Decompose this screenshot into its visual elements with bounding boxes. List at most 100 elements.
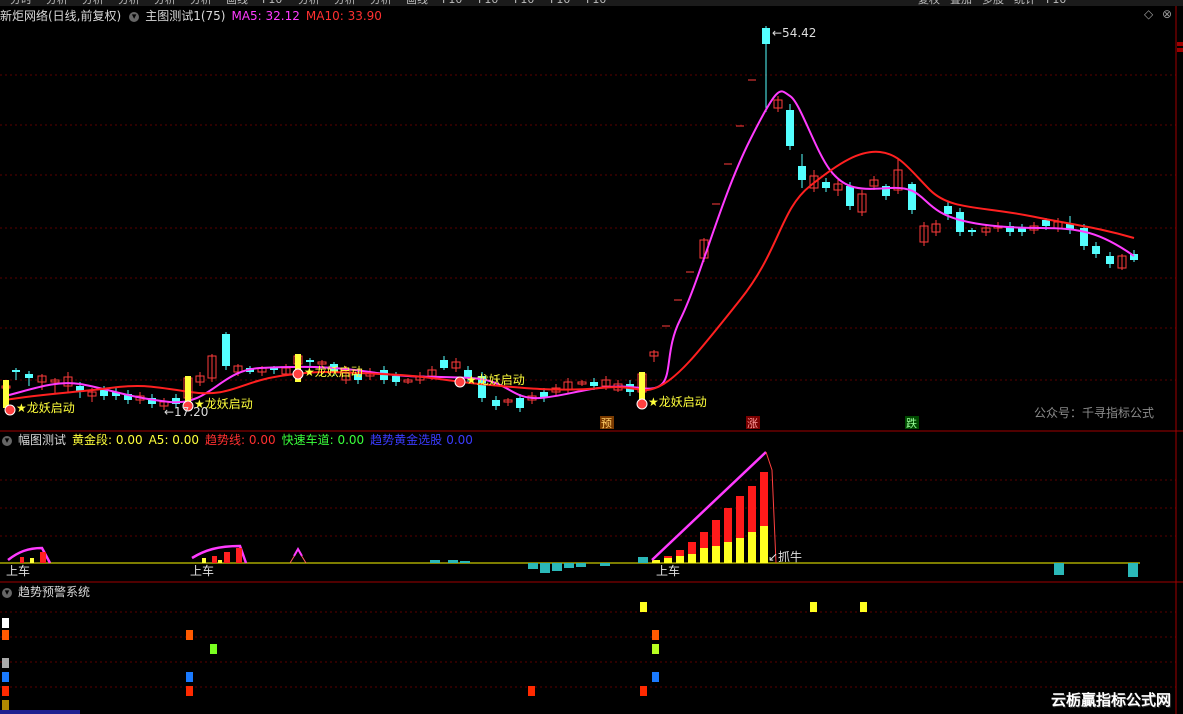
toolbar-item[interactable]: 画线: [406, 0, 428, 6]
yellow-bar: [736, 538, 744, 563]
diamond-icon[interactable]: ◇: [1144, 7, 1153, 21]
stock-name: 新炬网络(日线,前复权): [0, 9, 122, 23]
high-price-label: ←54.42: [772, 26, 816, 40]
alert-marker: [652, 630, 659, 640]
chart-canvas[interactable]: ★龙妖启动 ★龙妖启动★龙妖启动★龙妖启动★龙妖启动←54.42←17.20预涨跌…: [0, 0, 1183, 714]
alert-marker: [186, 672, 193, 682]
toolbar-item[interactable]: 分析: [334, 0, 356, 6]
cyan-bar: [1128, 563, 1138, 577]
alert-marker: [2, 672, 9, 682]
axis-tick: [1177, 48, 1183, 52]
toolbar-item[interactable]: 复权: [918, 0, 940, 6]
yellow-bar: [700, 548, 708, 563]
hump-bar: [30, 558, 34, 563]
toolbar-item[interactable]: 分析: [46, 0, 68, 6]
scrollbar: [0, 710, 80, 714]
toolbar-item[interactable]: F10: [1046, 0, 1066, 6]
a5-value: A5: 0.00: [148, 433, 200, 447]
toolbar-item[interactable]: 分析: [154, 0, 176, 6]
alert-marker: [2, 700, 9, 710]
fast-value: 快速车道: 0.00: [281, 433, 365, 447]
alert-marker: [186, 686, 193, 696]
candle-body: [25, 374, 33, 378]
label-zhuaniu: ↙抓牛: [768, 549, 802, 564]
toolbar-item[interactable]: 统计: [1014, 0, 1036, 6]
toolbar-item[interactable]: 分时: [10, 0, 32, 6]
yellow-bar: [748, 532, 756, 563]
hump-line: [293, 546, 303, 557]
signal-label: ★龙妖启动: [304, 365, 363, 379]
alert-marker: [2, 658, 9, 668]
axis-tick: [1177, 42, 1183, 46]
sub2-name[interactable]: 趋势预警系统: [18, 585, 90, 599]
alert-marker: [652, 672, 659, 682]
chevron-down-icon[interactable]: ▾: [2, 587, 12, 598]
candle-body: [222, 334, 230, 366]
toolbar-item[interactable]: 分析: [82, 0, 104, 6]
candle-body: [944, 206, 952, 214]
site-logo: 云栃贏指标公式网: [1050, 691, 1171, 709]
select-value: 0.00: [446, 433, 473, 447]
hump-bar: [236, 548, 242, 563]
toolbar-item[interactable]: F10: [514, 0, 534, 6]
candle-body: [822, 182, 830, 188]
toolbar-item[interactable]: F10: [262, 0, 282, 6]
toolbar-item[interactable]: F10: [550, 0, 570, 6]
yellow-bar: [688, 554, 696, 563]
toolbar-item[interactable]: F10: [586, 0, 606, 6]
candle-body: [956, 212, 964, 232]
hump-line: [289, 549, 307, 564]
candle-body: [392, 376, 400, 382]
main-chart-header: 新炬网络(日线,前复权) ▾ 主图测试1(75) MA5: 32.12 MA10: 33…: [0, 8, 388, 24]
signal-label: ★龙妖启动: [466, 373, 525, 387]
alert-marker: [2, 630, 9, 640]
ma5-line: [4, 90, 1135, 404]
yellow-bar: [712, 546, 720, 563]
ma5-value: MA5: 32.12: [231, 9, 300, 23]
toolbar-item[interactable]: 叠加: [950, 0, 972, 6]
toolbar-item[interactable]: F10: [478, 0, 498, 6]
cyan-bar: [1054, 563, 1064, 575]
sub1-header: ▾ 幅图测试 黄金段: 0.00 A5: 0.00 趋势线: 0.00 快速车道: 0.0…: [0, 432, 479, 448]
toolbar-item[interactable]: 画线: [226, 0, 248, 6]
tag-yu-text: 预: [601, 417, 612, 430]
cyan-bar: [552, 563, 562, 571]
toolbar-item[interactable]: 分析: [190, 0, 212, 6]
hump-bar: [202, 558, 206, 563]
hump-bar: [224, 552, 230, 563]
sub1-name[interactable]: 幅图测试: [18, 433, 66, 447]
candle-body: [1092, 246, 1100, 254]
candle-body: [846, 186, 854, 206]
candle-body: [12, 370, 20, 372]
alert-marker: [652, 644, 659, 654]
label-shangche: 上车: [656, 563, 680, 578]
chevron-down-icon[interactable]: ▾: [129, 11, 140, 22]
candle-body: [1042, 220, 1050, 226]
toolbar-item[interactable]: 分析: [370, 0, 392, 6]
toolbar-item[interactable]: 分析: [298, 0, 320, 6]
yellow-bar: [724, 542, 732, 563]
candle-body: [1106, 256, 1114, 264]
yellow-bar: [664, 558, 672, 563]
chevron-down-icon[interactable]: ▾: [2, 435, 12, 446]
gold-value: 黄金段: 0.00: [72, 433, 143, 447]
tag-die-text: 跌: [906, 416, 917, 430]
cyan-bar: [448, 560, 458, 563]
toolbar-item[interactable]: 分析: [118, 0, 140, 6]
alert-marker: [810, 602, 817, 612]
alert-marker: [640, 602, 647, 612]
candle-body: [798, 166, 806, 180]
trend-value: 趋势线: 0.00: [205, 433, 276, 447]
toolbar-item[interactable]: F10: [442, 0, 462, 6]
indicator-name[interactable]: 主图测试1(75): [145, 9, 225, 23]
settings-icon[interactable]: ⊗: [1162, 7, 1172, 21]
toolbar-item[interactable]: 多股: [982, 0, 1004, 6]
watermark: 公众号：千寻指标公式: [1034, 406, 1155, 420]
alert-marker: [860, 602, 867, 612]
label-shangche: 上车: [190, 563, 214, 578]
candle-body: [516, 398, 524, 408]
signal-bar: [3, 380, 9, 408]
cyan-bar: [638, 557, 648, 563]
candle-body: [590, 382, 598, 386]
sub2-header: ▾ 趋势预警系统: [0, 584, 96, 600]
